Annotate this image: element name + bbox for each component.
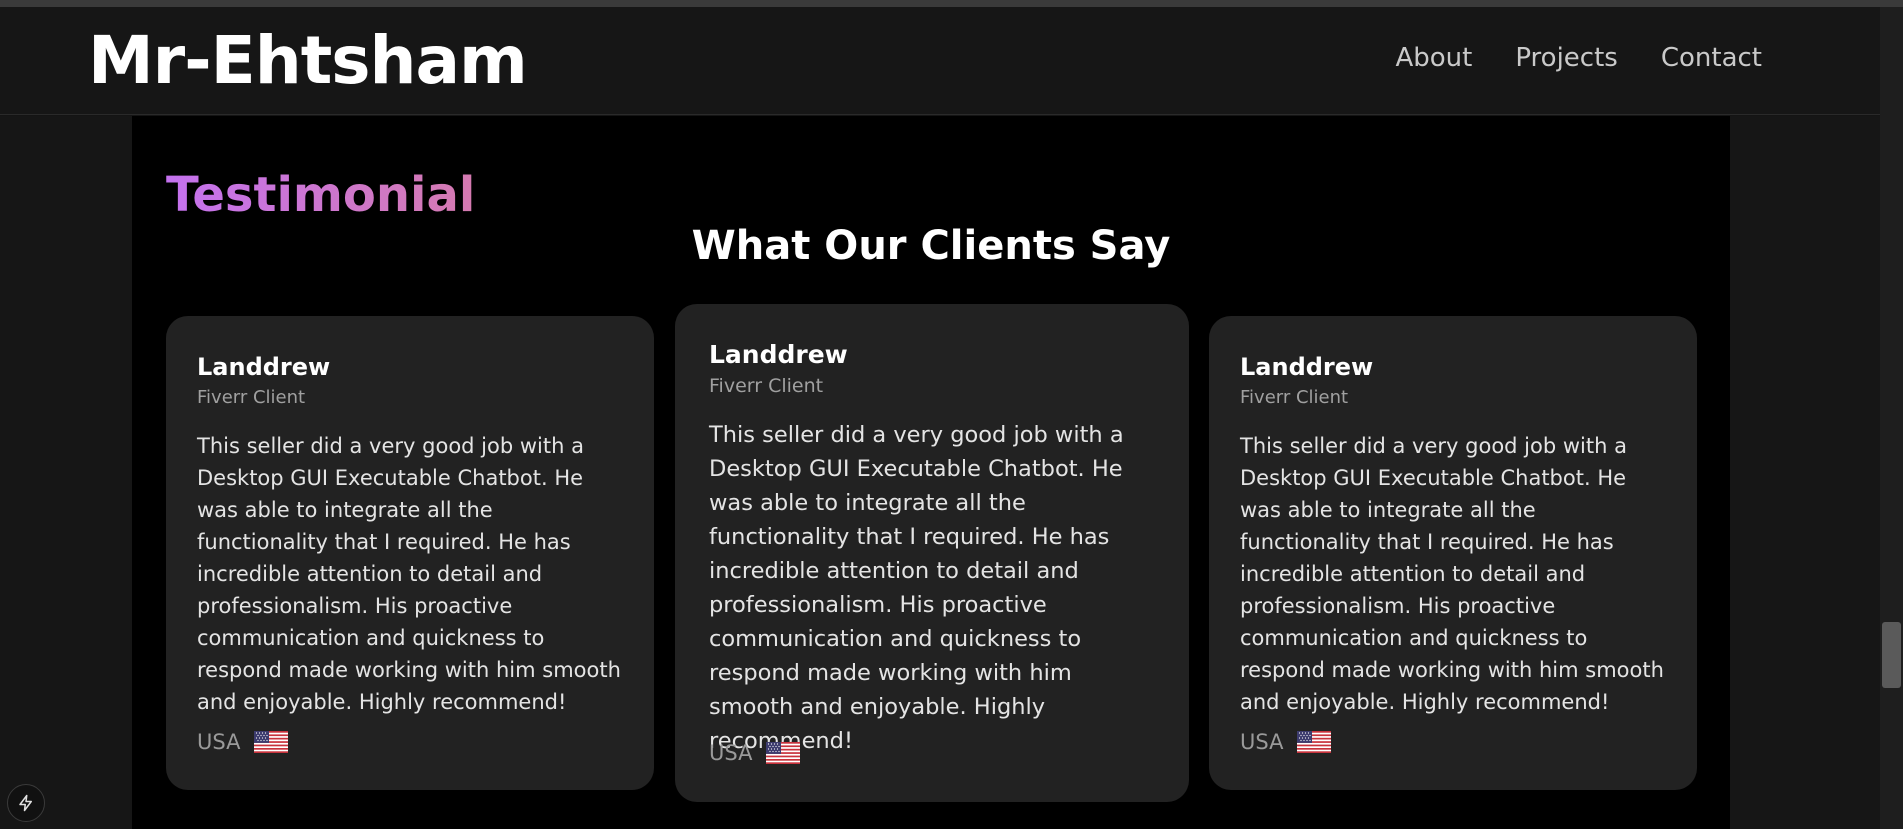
us-flag-icon <box>1297 731 1331 753</box>
browser-top-strip <box>0 0 1903 7</box>
section-title: What Our Clients Say <box>691 223 1171 269</box>
client-name: Landdrew <box>1240 353 1374 381</box>
section-eyebrow: Testimonial <box>166 167 476 223</box>
site-header: Mr-Ehtsham About Projects Contact <box>0 7 1880 115</box>
left-gutter <box>0 116 132 829</box>
us-flag-icon <box>766 742 800 764</box>
client-country: USA <box>709 741 800 765</box>
scrollbar-thumb[interactable] <box>1882 622 1901 688</box>
testimonial-quote: This seller did a very good job with a D… <box>197 434 621 714</box>
country-label: USA <box>1240 730 1284 754</box>
client-role: Fiverr Client <box>197 387 306 408</box>
testimonial-card: Landdrew Fiverr Client This seller did a… <box>166 316 654 790</box>
nav-link-contact[interactable]: Contact <box>1661 43 1762 73</box>
floating-action-button[interactable] <box>7 784 45 822</box>
lightning-icon <box>19 794 32 812</box>
country-label: USA <box>709 741 753 765</box>
testimonial-card-featured: Landdrew Fiverr Client This seller did a… <box>675 304 1189 802</box>
nav-link-about[interactable]: About <box>1395 43 1472 73</box>
testimonial-card: Landdrew Fiverr Client This seller did a… <box>1209 316 1697 790</box>
client-country: USA <box>1240 730 1331 754</box>
nav-link-projects[interactable]: Projects <box>1515 43 1618 73</box>
client-name: Landdrew <box>197 353 331 381</box>
testimonial-quote: This seller did a very good job with a D… <box>709 422 1124 754</box>
main-nav: About Projects Contact <box>1395 43 1762 73</box>
us-flag-icon <box>254 731 288 753</box>
right-gutter <box>1730 116 1880 829</box>
client-role: Fiverr Client <box>709 375 824 397</box>
client-country: USA <box>197 730 288 754</box>
client-name: Landdrew <box>709 340 848 369</box>
client-role: Fiverr Client <box>1240 387 1349 408</box>
site-logo[interactable]: Mr-Ehtsham <box>88 21 528 100</box>
country-label: USA <box>197 730 241 754</box>
page-scrollbar[interactable] <box>1880 7 1903 829</box>
testimonial-quote: This seller did a very good job with a D… <box>1240 434 1664 714</box>
